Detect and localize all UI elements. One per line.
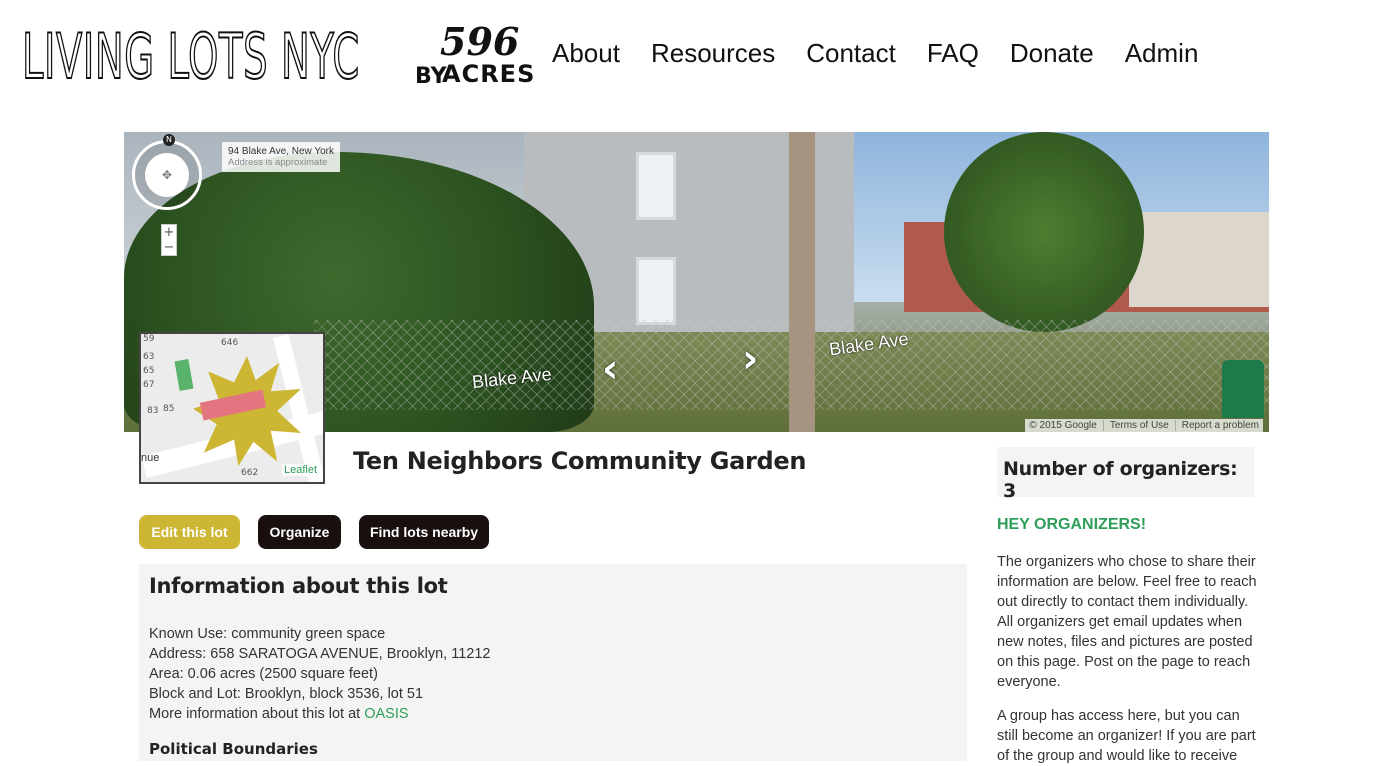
window <box>636 152 676 220</box>
compass-control[interactable]: N ✥ <box>132 134 202 210</box>
zoom-out-button[interactable]: − <box>162 240 176 255</box>
lot-info-panel: Information about this lot Known Use: co… <box>139 564 967 761</box>
nav-contact[interactable]: Contact <box>806 38 896 69</box>
lot-number: 67 <box>143 380 155 390</box>
nav-about[interactable]: About <box>552 38 620 69</box>
lot-info-heading: Information about this lot <box>149 574 448 598</box>
green-bin <box>1222 360 1264 418</box>
known-use: Known Use: community green space <box>149 626 386 642</box>
map-street-fragment: nue <box>141 452 160 464</box>
garden-lot-shape <box>174 359 194 391</box>
lot-area: Area: 0.06 acres (2500 square feet) <box>149 666 378 682</box>
become-organizer-text: A group has access here, but you can sti… <box>997 708 1256 764</box>
nav-donate[interactable]: Donate <box>1010 38 1094 69</box>
pan-left-arrow-icon[interactable]: ‹ <box>602 346 618 392</box>
lot-number: 662 <box>241 468 259 478</box>
utility-pole <box>789 132 815 432</box>
row-houses <box>1129 212 1269 307</box>
pan-arrows-icon[interactable]: ✥ <box>145 153 189 197</box>
lot-number: 83 <box>147 406 159 416</box>
lot-address: Address: 658 SARATOGA AVENUE, Brooklyn, … <box>149 646 491 662</box>
more-info-line: More information about this lot at OASIS <box>149 704 490 724</box>
hey-organizers-heading: HEY ORGANIZERS! <box>997 516 1147 533</box>
logo-acres: ACRES <box>442 60 536 88</box>
block-and-lot: Block and Lot: Brooklyn, block 3536, lot… <box>149 686 424 702</box>
oasis-link[interactable]: OASIS <box>364 706 408 722</box>
zoom-control: + − <box>161 224 177 256</box>
logo-596: 596 <box>440 19 520 64</box>
more-info-prefix: More information about this lot at <box>149 706 365 722</box>
nav-resources[interactable]: Resources <box>651 38 775 69</box>
lot-number: 65 <box>143 366 155 376</box>
page-title: Ten Neighbors Community Garden <box>353 447 807 475</box>
nav-faq[interactable]: FAQ <box>927 38 979 69</box>
main-nav: About Resources Contact FAQ Donate Admin <box>552 38 1198 69</box>
organizer-count: Number of organizers: 3 <box>1003 458 1238 502</box>
edit-lot-button[interactable]: Edit this lot <box>139 515 240 549</box>
leaflet-attribution-link[interactable]: Leaflet <box>281 464 319 476</box>
streetview-footer: © 2015 Google Terms of Use Report a prob… <box>1025 419 1263 432</box>
lot-minimap[interactable]: 59 646 63 65 67 83 85 662 nue Leaflet <box>139 332 325 484</box>
copyright-text: © 2015 Google <box>1029 420 1097 431</box>
window <box>636 257 676 325</box>
address-note: Address is approximate <box>228 157 328 168</box>
zoom-in-button[interactable]: + <box>162 225 176 240</box>
organize-button[interactable]: Organize <box>258 515 341 549</box>
site-logo[interactable]: LIVING LOTS NYC BY 596 ACRES <box>21 19 534 93</box>
north-indicator: N <box>163 134 175 146</box>
address-text: 94 Blake Ave, New York <box>228 146 334 157</box>
find-lots-nearby-button[interactable]: Find lots nearby <box>359 515 489 549</box>
terms-link[interactable]: Terms of Use <box>1102 420 1169 431</box>
address-box: 94 Blake Ave, New York Address is approx… <box>222 142 340 172</box>
organizers-intro-text: The organizers who chose to share their … <box>997 554 1257 690</box>
nav-admin[interactable]: Admin <box>1125 38 1199 69</box>
pan-right-arrow-icon[interactable]: › <box>742 336 758 382</box>
organizer-count-box: Number of organizers: 3 <box>997 447 1254 502</box>
lot-number: 59 <box>143 334 155 344</box>
tree <box>944 132 1144 332</box>
logo-text: LIVING LOTS NYC <box>21 20 360 93</box>
lot-number: 63 <box>143 352 155 362</box>
lot-info-lines: Known Use: community green space Address… <box>149 624 490 724</box>
lot-number: 85 <box>163 404 175 414</box>
map-road <box>273 334 323 482</box>
political-boundaries-heading: Political Boundaries <box>149 740 318 758</box>
lot-number: 646 <box>221 338 239 348</box>
report-link[interactable]: Report a problem <box>1174 420 1259 431</box>
